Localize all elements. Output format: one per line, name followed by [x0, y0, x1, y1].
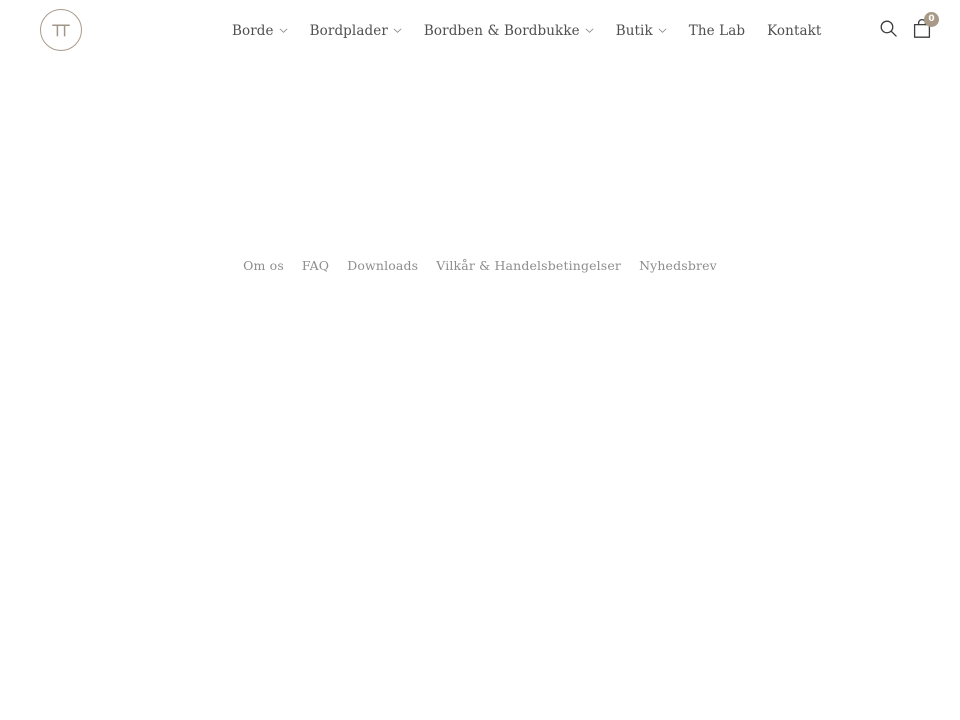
site-header: Borde Bordplader Bordben & Bordbukke But… — [0, 0, 960, 60]
cart-count-badge: 0 — [924, 12, 939, 27]
chevron-down-icon — [585, 26, 594, 35]
site-logo[interactable] — [40, 9, 82, 51]
footer-link-om-os[interactable]: Om os — [243, 256, 284, 276]
footer-navigation: Om os FAQ Downloads Vilkår & Handelsbeti… — [0, 255, 960, 277]
chevron-down-icon — [393, 26, 402, 35]
nav-item-label: Bordplader — [309, 23, 388, 39]
search-icon — [879, 20, 898, 41]
search-button[interactable] — [879, 19, 898, 38]
footer-link-downloads[interactable]: Downloads — [347, 256, 418, 276]
page-blank-area — [0, 277, 960, 720]
cart-button[interactable]: 0 — [912, 12, 939, 42]
site-footer: Om os FAQ Downloads Vilkår & Handelsbeti… — [0, 255, 960, 277]
nav-item-the-lab[interactable]: The Lab — [689, 23, 745, 39]
chevron-down-icon — [279, 26, 288, 35]
nav-item-kontakt[interactable]: Kontakt — [767, 23, 821, 39]
nav-item-label: Butik — [615, 23, 653, 39]
main-content-area — [0, 60, 960, 255]
footer-link-faq[interactable]: FAQ — [302, 256, 329, 276]
nav-item-borde[interactable]: Borde — [232, 23, 288, 39]
chevron-down-icon — [658, 26, 667, 35]
nav-item-butik[interactable]: Butik — [616, 23, 667, 39]
footer-link-nyhedsbrev[interactable]: Nyhedsbrev — [639, 256, 717, 276]
header-actions: 0 — [879, 12, 939, 42]
nav-item-label: Bordben & Bordbukke — [423, 23, 580, 39]
nav-item-label: The Lab — [688, 23, 746, 39]
nav-item-bordplader[interactable]: Bordplader — [310, 23, 402, 39]
nav-item-bordben-bordbukke[interactable]: Bordben & Bordbukke — [424, 23, 594, 39]
circle-pi-logo-icon — [40, 9, 82, 51]
main-navigation: Borde Bordplader Bordben & Bordbukke But… — [232, 20, 821, 42]
nav-item-label: Kontakt — [767, 23, 822, 39]
footer-link-vilkaar-handelsbetingelser[interactable]: Vilkår & Handelsbetingelser — [436, 256, 621, 276]
nav-item-label: Borde — [232, 23, 274, 39]
shopping-bag-icon — [912, 19, 932, 42]
